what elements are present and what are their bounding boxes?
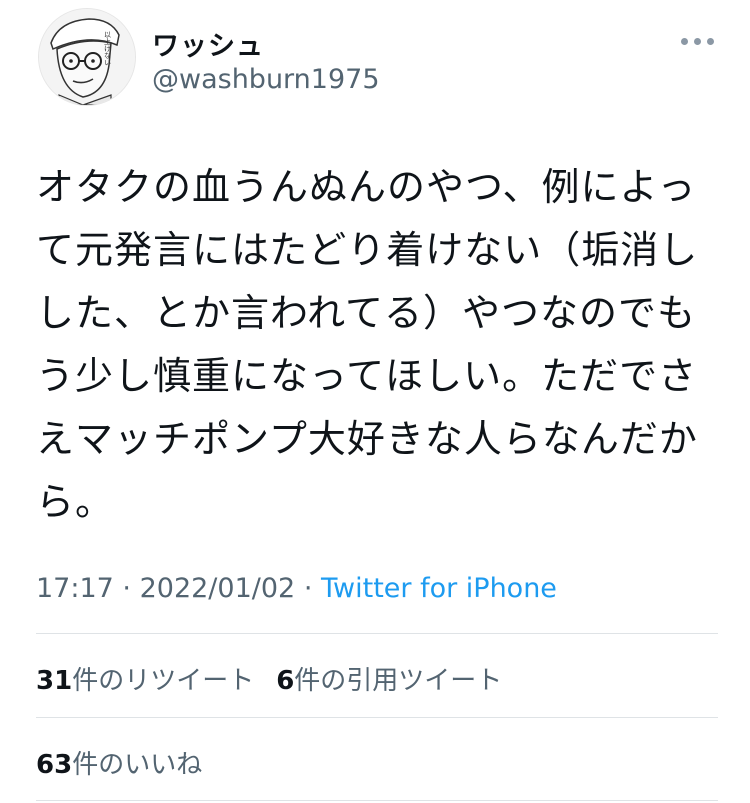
display-name[interactable]: ワッシュ <box>152 24 264 63</box>
likes-stat[interactable]: 63件のいいね <box>36 750 202 780</box>
retweets-label: 件のリツイート <box>72 666 255 696</box>
retweets-stat[interactable]: 31件のリツイート <box>36 666 254 696</box>
avatar-cap-text: 以上けない <box>104 31 112 66</box>
dot <box>694 38 701 45</box>
dot <box>681 38 688 45</box>
divider <box>36 717 718 718</box>
likes-label: 件のいいね <box>72 750 203 780</box>
likes-row: 63件のいいね <box>36 744 202 781</box>
meta-separator: · <box>303 573 313 604</box>
engagement-row: 31件のリツイート 6件の引用ツイート <box>36 660 502 697</box>
quotes-count: 6 <box>276 666 295 696</box>
tweet-source[interactable]: Twitter for iPhone <box>321 573 557 604</box>
tweet-meta: 17:17 · 2022/01/02 · Twitter for iPhone <box>36 573 557 604</box>
divider <box>36 633 718 634</box>
quotes-label: 件の引用ツイート <box>294 666 503 696</box>
divider <box>36 800 718 801</box>
avatar-image: 以上けない <box>39 9 135 105</box>
likes-count: 63 <box>36 750 73 780</box>
dot <box>707 38 714 45</box>
tweet-header: 以上けない ワッシュ @washburn1975 <box>0 0 750 120</box>
quotes-stat[interactable]: 6件の引用ツイート <box>276 666 502 696</box>
retweets-count: 31 <box>36 666 73 696</box>
more-dots-icon[interactable] <box>681 38 714 45</box>
tweet-text: オタクの血うんぬんのやつ、例によって元発言にはたどり着けない（垢消しした、とか言… <box>36 165 699 524</box>
avatar[interactable]: 以上けない <box>38 8 136 106</box>
tweet-time[interactable]: 17:17 <box>36 573 114 604</box>
meta-separator: · <box>122 573 131 604</box>
user-handle[interactable]: @washburn1975 <box>152 64 380 95</box>
tweet-date[interactable]: 2022/01/02 <box>140 573 296 604</box>
